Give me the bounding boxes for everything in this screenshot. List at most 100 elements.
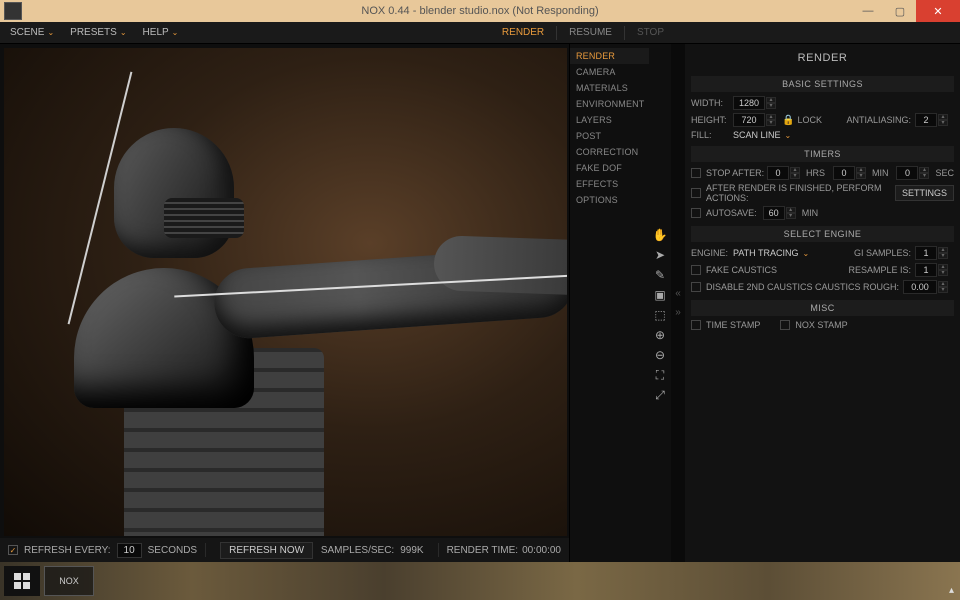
cat-materials[interactable]: MATERIALS xyxy=(570,80,649,96)
brush-tool-icon[interactable]: ✎ xyxy=(651,266,669,284)
afterrender-label: AFTER RENDER IS FINISHED, PERFORM ACTION… xyxy=(706,183,895,203)
min-field[interactable]: 0 xyxy=(833,166,855,180)
viewport-pane: ✓ REFRESH EVERY: 10 SECONDS REFRESH NOW … xyxy=(0,44,569,562)
section-timers: TIMERS xyxy=(691,146,954,162)
autosave-field[interactable]: 60 xyxy=(763,206,785,220)
zoom-out-icon[interactable]: ⊖ xyxy=(651,346,669,364)
hrs-spinner[interactable]: ▴▾ xyxy=(790,167,800,179)
rough-field[interactable]: 0.00 xyxy=(903,280,937,294)
engine-label: ENGINE: xyxy=(691,248,733,258)
cat-environment[interactable]: ENVIRONMENT xyxy=(570,96,649,112)
refresh-now-button[interactable]: REFRESH NOW xyxy=(220,542,313,559)
menu-help[interactable]: HELP⌄ xyxy=(139,27,183,38)
menu-scene[interactable]: SCENE⌄ xyxy=(6,27,58,38)
fakecaustics-checkbox[interactable] xyxy=(691,265,701,275)
timestamp-checkbox[interactable] xyxy=(691,320,701,330)
resample-spinner[interactable]: ▴▾ xyxy=(938,264,948,276)
menu-bar: SCENE⌄ PRESETS⌄ HELP⌄ RENDER RESUME STOP xyxy=(0,22,960,44)
cat-effects[interactable]: EFFECTS xyxy=(570,176,649,192)
chevron-down-icon: ⌄ xyxy=(172,28,179,37)
cat-post[interactable]: POST xyxy=(570,128,649,144)
properties-panel: RENDER BASIC SETTINGS WIDTH: 1280 ▴▾ HEI… xyxy=(685,44,960,562)
gi-spinner[interactable]: ▴▾ xyxy=(938,247,948,259)
samples-label: SAMPLES/SEC: xyxy=(321,545,394,556)
crop-tool-icon[interactable]: ⬚ xyxy=(651,306,669,324)
collapse-right-icon[interactable]: » xyxy=(675,307,681,318)
tray-up-icon[interactable]: ▴ xyxy=(949,585,954,596)
pan-tool-icon[interactable]: ✋ xyxy=(651,226,669,244)
disable2nd-checkbox[interactable] xyxy=(691,282,701,292)
fit-icon[interactable]: ⛶ xyxy=(651,366,669,384)
pointer-tool-icon[interactable]: ➤ xyxy=(651,246,669,264)
close-button[interactable]: ✕ xyxy=(916,0,960,22)
gi-field[interactable]: 1 xyxy=(915,246,937,260)
cat-fakedof[interactable]: FAKE DOF xyxy=(570,160,649,176)
maximize-button[interactable]: ▢ xyxy=(884,0,916,22)
rough-spinner[interactable]: ▴▾ xyxy=(938,281,948,293)
disable2nd-label: DISABLE 2ND CAUSTICS xyxy=(706,282,813,292)
aa-spinner[interactable]: ▴▾ xyxy=(938,114,948,126)
tab-stop[interactable]: STOP xyxy=(627,23,674,42)
width-label: WIDTH: xyxy=(691,98,733,108)
autosave-spinner[interactable]: ▴▾ xyxy=(786,207,796,219)
engine-dropdown[interactable]: PATH TRACING⌄ xyxy=(733,248,809,258)
cat-render[interactable]: RENDER xyxy=(570,48,649,64)
timestamp-label: TIME STAMP xyxy=(706,320,760,330)
zoom-in-icon[interactable]: ⊕ xyxy=(651,326,669,344)
tab-render[interactable]: RENDER xyxy=(492,23,554,42)
autosave-unit: MIN xyxy=(802,208,819,218)
chevron-down-icon: ⌄ xyxy=(47,28,54,37)
aa-field[interactable]: 2 xyxy=(915,113,937,127)
refresh-unit: SECONDS xyxy=(148,545,197,556)
min-spinner[interactable]: ▴▾ xyxy=(856,167,866,179)
width-field[interactable]: 1280 xyxy=(733,96,765,110)
tab-resume[interactable]: RESUME xyxy=(559,23,622,42)
refresh-interval-field[interactable]: 10 xyxy=(117,543,142,558)
width-spinner[interactable]: ▴▾ xyxy=(766,97,776,109)
fill-label: FILL: xyxy=(691,130,733,140)
settings-button[interactable]: SETTINGS xyxy=(895,185,954,201)
autosave-label: AUTOSAVE: xyxy=(706,208,757,218)
resample-field[interactable]: 1 xyxy=(915,263,937,277)
autosave-checkbox[interactable] xyxy=(691,208,701,218)
cat-camera[interactable]: CAMERA xyxy=(570,64,649,80)
minimize-button[interactable]: — xyxy=(852,0,884,22)
samples-value: 999K xyxy=(400,545,423,556)
hrs-field[interactable]: 0 xyxy=(767,166,789,180)
chevron-down-icon: ⌄ xyxy=(120,28,127,37)
fill-dropdown[interactable]: SCAN LINE⌄ xyxy=(733,130,791,140)
min-label: MIN xyxy=(872,168,889,178)
system-tray[interactable]: ▴ xyxy=(943,585,954,596)
cat-options[interactable]: OPTIONS xyxy=(570,192,649,208)
start-button[interactable] xyxy=(4,566,40,596)
lock-icon[interactable]: 🔒 xyxy=(782,115,794,126)
lock-label: LOCK xyxy=(797,115,822,125)
height-field[interactable]: 720 xyxy=(733,113,765,127)
chevron-down-icon: ⌄ xyxy=(785,131,792,140)
collapse-left-icon[interactable]: « xyxy=(675,288,681,299)
afterrender-checkbox[interactable] xyxy=(691,188,701,198)
tool-column: ✋ ➤ ✎ ▣ ⬚ ⊕ ⊖ ⛶ ⤢ xyxy=(649,44,671,562)
menu-presets[interactable]: PRESETS⌄ xyxy=(66,27,130,38)
cat-correction[interactable]: CORRECTION xyxy=(570,144,649,160)
rough-label: CAUSTICS ROUGH: xyxy=(815,282,899,292)
refresh-checkbox[interactable]: ✓ xyxy=(8,545,18,555)
fullscreen-icon[interactable]: ⤢ xyxy=(651,386,669,404)
sec-spinner[interactable]: ▴▾ xyxy=(919,167,929,179)
taskbar: NOX ▴ xyxy=(0,562,960,600)
task-nox[interactable]: NOX xyxy=(44,566,94,596)
noxstamp-checkbox[interactable] xyxy=(780,320,790,330)
status-bar: ✓ REFRESH EVERY: 10 SECONDS REFRESH NOW … xyxy=(0,538,569,562)
height-spinner[interactable]: ▴▾ xyxy=(766,114,776,126)
marquee-tool-icon[interactable]: ▣ xyxy=(651,286,669,304)
stopafter-label: STOP AFTER: xyxy=(706,168,764,178)
resample-label: RESAMPLE IS: xyxy=(848,265,911,275)
sec-field[interactable]: 0 xyxy=(896,166,918,180)
window-title: NOX 0.44 - blender studio.nox (Not Respo… xyxy=(0,5,960,17)
render-viewport[interactable] xyxy=(4,48,567,536)
window-titlebar: NOX 0.44 - blender studio.nox (Not Respo… xyxy=(0,0,960,22)
gi-label: GI SAMPLES: xyxy=(854,248,911,258)
category-list: RENDER CAMERA MATERIALS ENVIRONMENT LAYE… xyxy=(569,44,649,562)
cat-layers[interactable]: LAYERS xyxy=(570,112,649,128)
stopafter-checkbox[interactable] xyxy=(691,168,701,178)
